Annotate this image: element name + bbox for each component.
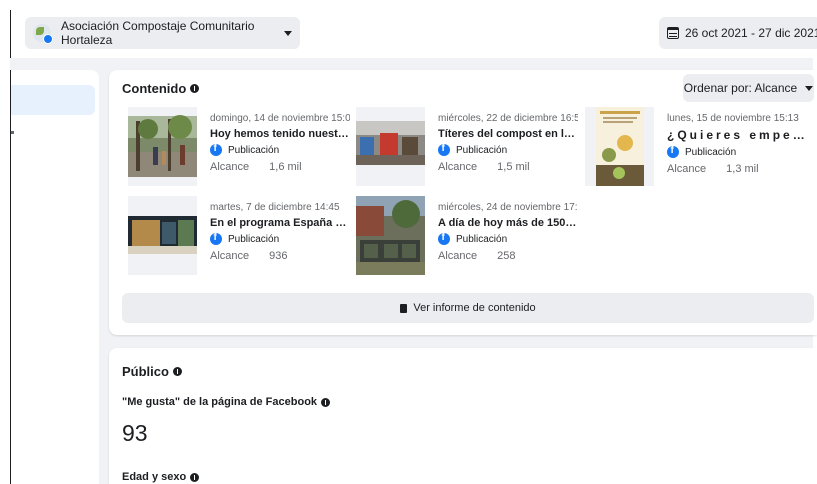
calendar-icon: [667, 27, 679, 39]
page-likes-value: 93: [122, 420, 148, 446]
reach-value: 1,5 mil: [497, 161, 530, 173]
post-date: domingo, 14 de noviembre 15:05: [210, 113, 350, 124]
post-reach: Alcance 1,6 mil: [210, 161, 350, 173]
post-type: Publicación: [210, 143, 350, 156]
post-thumbnail[interactable]: [585, 107, 654, 186]
facebook-icon: [210, 232, 222, 245]
public-title: Público: [122, 364, 182, 379]
post-type: Publicación: [210, 232, 350, 245]
post-date: martes, 7 de diciembre 14:45: [210, 202, 340, 213]
post-thumbnail[interactable]: [128, 196, 197, 275]
post-date: lunes, 15 de noviembre 15:13: [667, 113, 799, 124]
post-type: Publicación: [438, 143, 578, 156]
info-icon[interactable]: [172, 367, 182, 376]
post-date: miércoles, 24 de noviembre 17:52: [438, 202, 578, 213]
content-title: Contenido: [122, 81, 200, 96]
nav-item-marker: [11, 131, 14, 134]
sort-button[interactable]: Ordenar por: Alcance: [683, 74, 814, 102]
page-avatar: [33, 24, 53, 44]
reach-label: Alcance: [438, 250, 478, 262]
post-type-label: Publicación: [456, 233, 508, 245]
reach-label: Alcance: [210, 161, 250, 173]
poster-thumbnail: [596, 107, 644, 186]
post-thumbnail[interactable]: [128, 107, 197, 186]
page-likes-label: "Me gusta" de la página de Facebook: [122, 396, 331, 408]
info-icon[interactable]: [190, 84, 200, 93]
content-card: Contenido Ordenar por: Alcance domingo, …: [109, 70, 817, 335]
post-card[interactable]: martes, 7 de diciembre 14:45 En el progr…: [128, 196, 350, 276]
facebook-icon: [438, 143, 450, 156]
reach-value: 936: [269, 250, 288, 262]
age-gender-label: Edad y sexo: [122, 471, 200, 483]
post-reach: Alcance 258: [438, 250, 578, 262]
post-thumbnail[interactable]: [356, 107, 425, 186]
post-meta: lunes, 15 de noviembre 15:13 ¿Quieres em…: [667, 113, 807, 175]
date-range-label: 26 oct 2021 - 27 dic 2021: [685, 26, 817, 40]
date-range-picker[interactable]: 26 oct 2021 - 27 dic 2021: [659, 17, 817, 49]
post-meta: miércoles, 24 de noviembre 17:52 A día d…: [438, 202, 578, 262]
info-icon[interactable]: [321, 397, 331, 407]
reach-label: Alcance: [667, 163, 707, 175]
chevron-down-icon: [284, 30, 292, 36]
age-gender-label-text: Edad y sexo: [122, 471, 187, 483]
post-reach: Alcance 1,5 mil: [438, 161, 578, 173]
garden-photo-thumbnail: [128, 115, 197, 177]
chevron-down-icon: [805, 85, 814, 91]
post-type-label: Publicación: [685, 146, 737, 158]
post-meta: miércoles, 22 de diciembre 16:53 Títeres…: [438, 113, 578, 173]
post-type: Publicación: [667, 145, 807, 158]
left-navigation: [10, 70, 99, 484]
post-reach: Alcance 1,3 mil: [667, 163, 807, 175]
public-title-text: Público: [122, 364, 169, 379]
puppet-show-photo-thumbnail: [356, 121, 425, 165]
post-title[interactable]: Títeres del compost en la n...: [438, 128, 578, 140]
frame-left: [0, 0, 10, 484]
post-title[interactable]: Hoy hemos tenido nuestra ll...: [210, 128, 350, 140]
post-type-label: Publicación: [456, 144, 508, 156]
post-type-label: Publicación: [228, 144, 280, 156]
post-thumbnail[interactable]: [356, 196, 425, 275]
page-name: Asociación Compostaje Comunitario Hortal…: [61, 19, 255, 47]
post-title[interactable]: A día de hoy más de 150 fa...: [438, 217, 578, 229]
reach-label: Alcance: [210, 250, 250, 262]
post-title[interactable]: ¿Quieres empez...: [667, 128, 807, 142]
post-meta: domingo, 14 de noviembre 15:05 Hoy hemos…: [210, 113, 350, 173]
reach-label: Alcance: [438, 161, 478, 173]
facebook-icon: [438, 232, 450, 245]
reach-value: 1,6 mil: [269, 161, 302, 173]
page-likes-label-text: "Me gusta" de la página de Facebook: [122, 396, 318, 408]
view-content-report-button[interactable]: Ver informe de contenido: [122, 293, 814, 323]
frame-top: [0, 0, 817, 10]
post-card[interactable]: miércoles, 22 de diciembre 16:53 Títeres…: [356, 107, 578, 187]
reach-value: 258: [497, 250, 516, 262]
post-type: Publicación: [438, 232, 578, 245]
report-icon: [400, 303, 408, 313]
page-selector[interactable]: Asociación Compostaje Comunitario Hortal…: [25, 17, 300, 49]
post-date: miércoles, 22 de diciembre 16:53: [438, 113, 578, 124]
top-bar: Asociación Compostaje Comunitario Hortal…: [10, 10, 817, 58]
info-icon[interactable]: [190, 472, 200, 482]
reach-value: 1,3 mil: [726, 163, 759, 175]
report-button-label: Ver informe de contenido: [413, 302, 536, 314]
sort-label: Ordenar por: Alcance: [683, 81, 798, 95]
post-card[interactable]: miércoles, 24 de noviembre 17:52 A día d…: [356, 196, 578, 276]
compost-site-photo-thumbnail: [356, 196, 425, 275]
facebook-icon: [667, 145, 679, 158]
post-meta: martes, 7 de diciembre 14:45 En el progr…: [210, 202, 350, 262]
post-title[interactable]: En el programa España Dire...: [210, 217, 350, 229]
post-card[interactable]: lunes, 15 de noviembre 15:13 ¿Quieres em…: [585, 107, 807, 187]
post-reach: Alcance 936: [210, 250, 350, 262]
post-type-label: Publicación: [228, 233, 280, 245]
post-card[interactable]: domingo, 14 de noviembre 15:05 Hoy hemos…: [128, 107, 350, 187]
facebook-icon: [210, 143, 222, 156]
public-card: Público "Me gusta" de la página de Faceb…: [109, 348, 817, 484]
content-title-text: Contenido: [122, 81, 187, 96]
nav-item-selected[interactable]: [11, 85, 95, 115]
tv-program-thumbnail: [128, 216, 197, 254]
